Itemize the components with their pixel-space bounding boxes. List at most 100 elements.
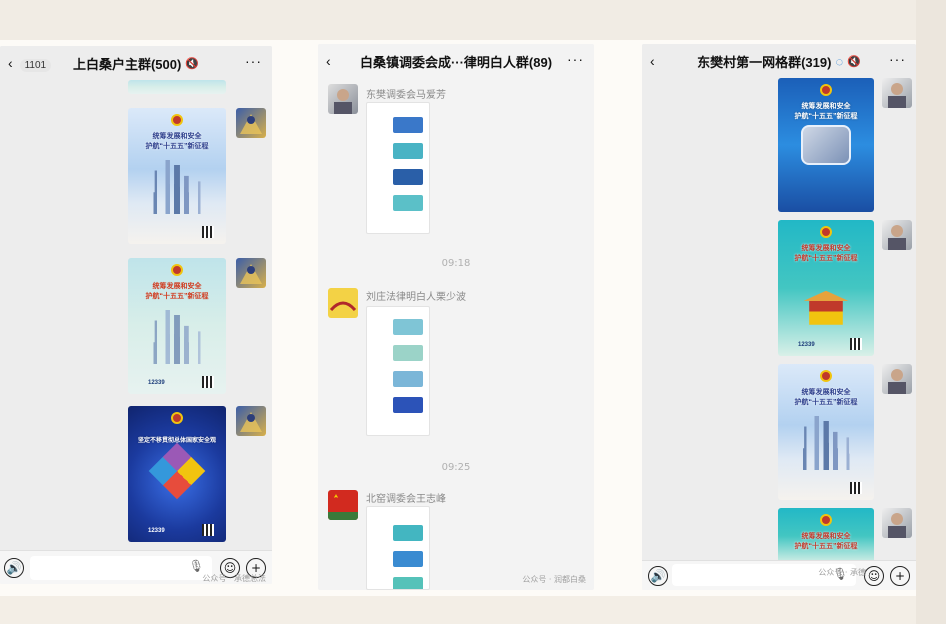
chevron-left-icon: ‹: [326, 53, 331, 69]
poster-line1: 统筹发展和安全: [801, 533, 851, 540]
chat-input-bar: 🔊 🎙 ☺ + 公众号 · 承德: [642, 560, 916, 590]
chat-screenshot-image[interactable]: [366, 506, 430, 590]
poster-line1: 统筹发展和安全: [801, 389, 851, 396]
thumb-strip: [393, 169, 423, 185]
chat-image[interactable]: 统筹发展和安全 护航“十五五”新征程: [128, 108, 226, 244]
watermark: 公众号 · 润都白桑: [522, 575, 586, 584]
unread-badge: 1101: [19, 59, 52, 72]
poster-line1: 统筹发展和安全: [801, 103, 851, 110]
right-margin: [916, 0, 946, 624]
hotline-number: 12339: [148, 528, 165, 534]
train-graphic: [147, 309, 207, 364]
chat-image[interactable]: 统筹发展和安全 护航“十五五”新征程: [778, 78, 874, 212]
poster-line1: 统筹发展和安全: [801, 245, 851, 252]
more-dots-icon[interactable]: ···: [889, 51, 906, 67]
message-time: 09:25: [441, 462, 471, 473]
sender-avatar[interactable]: [236, 258, 266, 288]
chat-title: 白桑镇调委会成···律明白人群(89): [359, 54, 553, 70]
temple-graphic: [803, 290, 849, 325]
thumb-strip: [393, 577, 423, 589]
poster-line2: 护航“十五五”新征程: [794, 113, 858, 120]
poster-line1: 统筹发展和安全: [152, 133, 202, 140]
more-dots-icon[interactable]: ···: [245, 53, 262, 69]
chat-image[interactable]: 统筹发展和安全 护航“十五五”新征程: [778, 508, 874, 564]
middle-chat-nav: ‹ 白桑镇调委会成···律明白人群(89) ···: [318, 44, 594, 78]
robot-graphic: [801, 125, 851, 165]
qr-code: [850, 338, 862, 350]
chat-image[interactable]: 统筹发展和安全 护航“十五五”新征程: [778, 364, 874, 500]
thumb-strip: [393, 551, 423, 567]
chat-image[interactable]: 统筹发展和安全 护航“十五五”新征程 12339: [128, 258, 226, 394]
qr-code: [202, 376, 214, 388]
city-skyline-graphic: [147, 159, 207, 214]
seal-icon: [820, 370, 832, 382]
seal-icon: [171, 114, 183, 126]
seal-icon: [820, 84, 832, 96]
right-chat-nav: ‹ 东樊村第一网格群(319) ◌ 🔇 ···: [642, 44, 916, 78]
mute-icon: 🔇: [185, 57, 200, 70]
voice-icon[interactable]: 🔊: [648, 566, 668, 586]
chat-input-bar: 🔊 🎙 ☺ + 公众号 · 承德总法: [0, 550, 272, 584]
thumb-strip: [393, 525, 423, 541]
sender-name: 北窑调委会王志峰: [366, 494, 446, 505]
city-skyline-graphic: [797, 415, 855, 470]
sender-avatar[interactable]: [328, 288, 358, 318]
back-button[interactable]: ‹: [326, 53, 331, 69]
add-icon[interactable]: +: [890, 566, 910, 586]
watermark: 公众号 · 承德总法: [202, 574, 266, 583]
sender-avatar[interactable]: [236, 108, 266, 138]
mic-icon[interactable]: 🎙: [189, 559, 204, 573]
poster-line2: 护航“十五五”新征程: [145, 293, 209, 300]
sender-avatar[interactable]: [328, 490, 358, 520]
voice-icon[interactable]: 🔊: [4, 558, 24, 578]
left-chat-screen: ‹ 1101 上白桑户主群(500) 🔇 ··· 统筹发展和安全 护航“十五五”…: [0, 46, 272, 584]
message-input[interactable]: 🎙: [30, 556, 212, 580]
poster-line2: 护航“十五五”新征程: [145, 143, 209, 150]
thumb-strip: [393, 117, 423, 133]
back-button[interactable]: ‹ 1101: [8, 55, 52, 72]
poster-line2: 护航“十五五”新征程: [794, 399, 858, 406]
seal-icon: [171, 264, 183, 276]
poster-line2: 护航“十五五”新征程: [794, 255, 858, 262]
middle-chat-screen: ‹ 白桑镇调委会成···律明白人群(89) ··· 东樊调委会马爱芳 09:18…: [318, 44, 594, 590]
chat-image[interactable]: [128, 80, 226, 94]
chevron-left-icon: ‹: [650, 53, 655, 69]
mute-icon: 🔇: [847, 55, 861, 68]
emoji-icon[interactable]: ☺: [864, 566, 884, 586]
qr-code: [850, 482, 862, 494]
more-dots-icon[interactable]: ···: [567, 51, 584, 67]
chevron-left-icon: ‹: [8, 55, 13, 71]
loading-icon: ◌: [835, 53, 844, 69]
right-chat-screen: ‹ 东樊村第一网格群(319) ◌ 🔇 ··· 统筹发展和安全 护航“十五五”新…: [642, 44, 916, 590]
sender-avatar[interactable]: [236, 406, 266, 436]
watermark: 公众号 · 承德: [818, 568, 866, 577]
poster-line1: 统筹发展和安全: [152, 283, 202, 290]
thumb-strip: [393, 397, 423, 413]
hotline-number: 12339: [148, 380, 165, 386]
chat-screenshot-image[interactable]: [366, 306, 430, 436]
qr-code: [202, 524, 214, 536]
sender-avatar[interactable]: [328, 84, 358, 114]
sender-avatar[interactable]: [882, 508, 912, 538]
thumb-strip: [393, 143, 423, 159]
qr-code: [202, 226, 214, 238]
sender-avatar[interactable]: [882, 220, 912, 250]
screenshot-canvas: ‹ 1101 上白桑户主群(500) 🔇 ··· 统筹发展和安全 护航“十五五”…: [0, 0, 946, 624]
thumb-strip: [393, 195, 423, 211]
chat-title: 东樊村第一网格群(319): [697, 54, 832, 70]
chat-screenshot-image[interactable]: [366, 102, 430, 234]
top-margin: [0, 0, 946, 40]
chat-image[interactable]: 统筹发展和安全 护航“十五五”新征程 12339: [778, 220, 874, 356]
back-button[interactable]: ‹: [650, 53, 655, 69]
thumb-strip: [393, 319, 423, 335]
seal-icon: [820, 514, 832, 526]
left-chat-nav: ‹ 1101 上白桑户主群(500) 🔇 ···: [0, 46, 272, 80]
sender-avatar[interactable]: [882, 364, 912, 394]
sender-avatar[interactable]: [882, 78, 912, 108]
chat-image[interactable]: 坚定不移贯彻总体国家安全观 12339: [128, 406, 226, 542]
cube-graphic: [148, 442, 206, 500]
chat-title: 上白桑户主群(500): [72, 56, 182, 72]
sender-name: 刘庄法律明白人栗少波: [366, 292, 466, 303]
seal-icon: [820, 226, 832, 238]
seal-icon: [171, 412, 183, 424]
